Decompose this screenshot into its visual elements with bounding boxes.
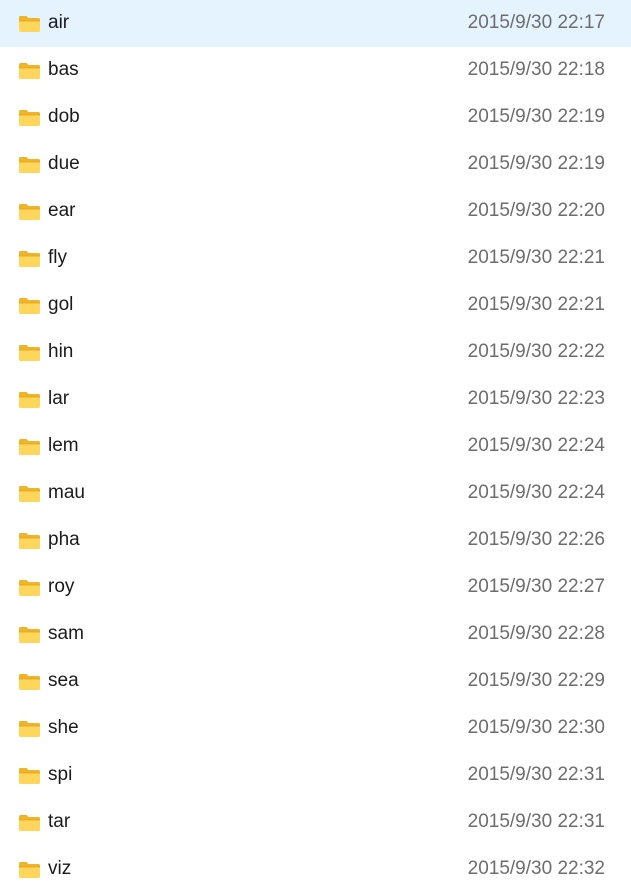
file-modified-date: 2015/9/30 22:26 xyxy=(467,529,605,550)
file-modified-date: 2015/9/30 22:31 xyxy=(467,811,605,832)
file-row-she[interactable]: she 2015/9/30 22:30 xyxy=(0,705,631,752)
file-modified-date: 2015/9/30 22:27 xyxy=(467,576,605,597)
folder-icon xyxy=(18,390,41,409)
file-modified-date: 2015/9/30 22:23 xyxy=(467,388,605,409)
folder-icon xyxy=(18,625,41,644)
folder-icon xyxy=(18,202,41,221)
file-modified-date: 2015/9/30 22:21 xyxy=(467,247,605,268)
file-name: spi xyxy=(48,764,73,785)
file-name: bas xyxy=(48,59,79,80)
file-modified-date: 2015/9/30 22:17 xyxy=(467,12,605,33)
file-modified-date: 2015/9/30 22:22 xyxy=(467,341,605,362)
file-modified-date: 2015/9/30 22:29 xyxy=(467,670,605,691)
file-row-sea[interactable]: sea 2015/9/30 22:29 xyxy=(0,658,631,705)
file-row-mau[interactable]: mau 2015/9/30 22:24 xyxy=(0,470,631,517)
file-modified-date: 2015/9/30 22:19 xyxy=(467,106,605,127)
file-name: ear xyxy=(48,200,76,221)
file-row-pha[interactable]: pha 2015/9/30 22:26 xyxy=(0,517,631,564)
file-name: air xyxy=(48,12,70,33)
folder-icon xyxy=(18,108,41,127)
folder-icon xyxy=(18,249,41,268)
folder-icon xyxy=(18,155,41,174)
file-name: due xyxy=(48,153,80,174)
file-modified-date: 2015/9/30 22:21 xyxy=(467,294,605,315)
file-name: mau xyxy=(48,482,85,503)
folder-icon xyxy=(18,813,41,832)
file-row-spi[interactable]: spi 2015/9/30 22:31 xyxy=(0,752,631,799)
file-name: roy xyxy=(48,576,75,597)
folder-icon xyxy=(18,61,41,80)
file-row-ear[interactable]: ear 2015/9/30 22:20 xyxy=(0,188,631,235)
file-modified-date: 2015/9/30 22:20 xyxy=(467,200,605,221)
file-name: hin xyxy=(48,341,74,362)
file-row-tar[interactable]: tar 2015/9/30 22:31 xyxy=(0,799,631,846)
file-name: dob xyxy=(48,106,80,127)
folder-icon xyxy=(18,531,41,550)
folder-icon xyxy=(18,860,41,879)
folder-icon xyxy=(18,14,41,33)
file-modified-date: 2015/9/30 22:31 xyxy=(467,764,605,785)
folder-icon xyxy=(18,484,41,503)
file-name: viz xyxy=(48,858,72,879)
file-list: air 2015/9/30 22:17 bas 2015/9/30 22:18 … xyxy=(0,0,631,892)
file-row-dob[interactable]: dob 2015/9/30 22:19 xyxy=(0,94,631,141)
file-row-sam[interactable]: sam 2015/9/30 22:28 xyxy=(0,611,631,658)
folder-icon xyxy=(18,766,41,785)
file-row-air[interactable]: air 2015/9/30 22:17 xyxy=(0,0,631,47)
file-modified-date: 2015/9/30 22:19 xyxy=(467,153,605,174)
file-row-due[interactable]: due 2015/9/30 22:19 xyxy=(0,141,631,188)
folder-icon xyxy=(18,296,41,315)
folder-icon xyxy=(18,437,41,456)
file-modified-date: 2015/9/30 22:32 xyxy=(467,858,605,879)
file-row-lar[interactable]: lar 2015/9/30 22:23 xyxy=(0,376,631,423)
file-row-fly[interactable]: fly 2015/9/30 22:21 xyxy=(0,235,631,282)
file-row-viz[interactable]: viz 2015/9/30 22:32 xyxy=(0,846,631,893)
file-name: sam xyxy=(48,623,84,644)
file-row-bas[interactable]: bas 2015/9/30 22:18 xyxy=(0,47,631,94)
file-row-lem[interactable]: lem 2015/9/30 22:24 xyxy=(0,423,631,470)
folder-icon xyxy=(18,578,41,597)
file-modified-date: 2015/9/30 22:24 xyxy=(467,482,605,503)
folder-icon xyxy=(18,343,41,362)
file-name: sea xyxy=(48,670,79,691)
file-name: lem xyxy=(48,435,79,456)
folder-icon xyxy=(18,719,41,738)
file-name: gol xyxy=(48,294,74,315)
file-row-gol[interactable]: gol 2015/9/30 22:21 xyxy=(0,282,631,329)
file-modified-date: 2015/9/30 22:30 xyxy=(467,717,605,738)
file-row-roy[interactable]: roy 2015/9/30 22:27 xyxy=(0,564,631,611)
file-name: she xyxy=(48,717,79,738)
file-modified-date: 2015/9/30 22:18 xyxy=(467,59,605,80)
file-name: fly xyxy=(48,247,67,268)
file-name: lar xyxy=(48,388,70,409)
folder-icon xyxy=(18,672,41,691)
file-name: pha xyxy=(48,529,80,550)
file-modified-date: 2015/9/30 22:28 xyxy=(467,623,605,644)
file-modified-date: 2015/9/30 22:24 xyxy=(467,435,605,456)
file-name: tar xyxy=(48,811,71,832)
file-row-hin[interactable]: hin 2015/9/30 22:22 xyxy=(0,329,631,376)
